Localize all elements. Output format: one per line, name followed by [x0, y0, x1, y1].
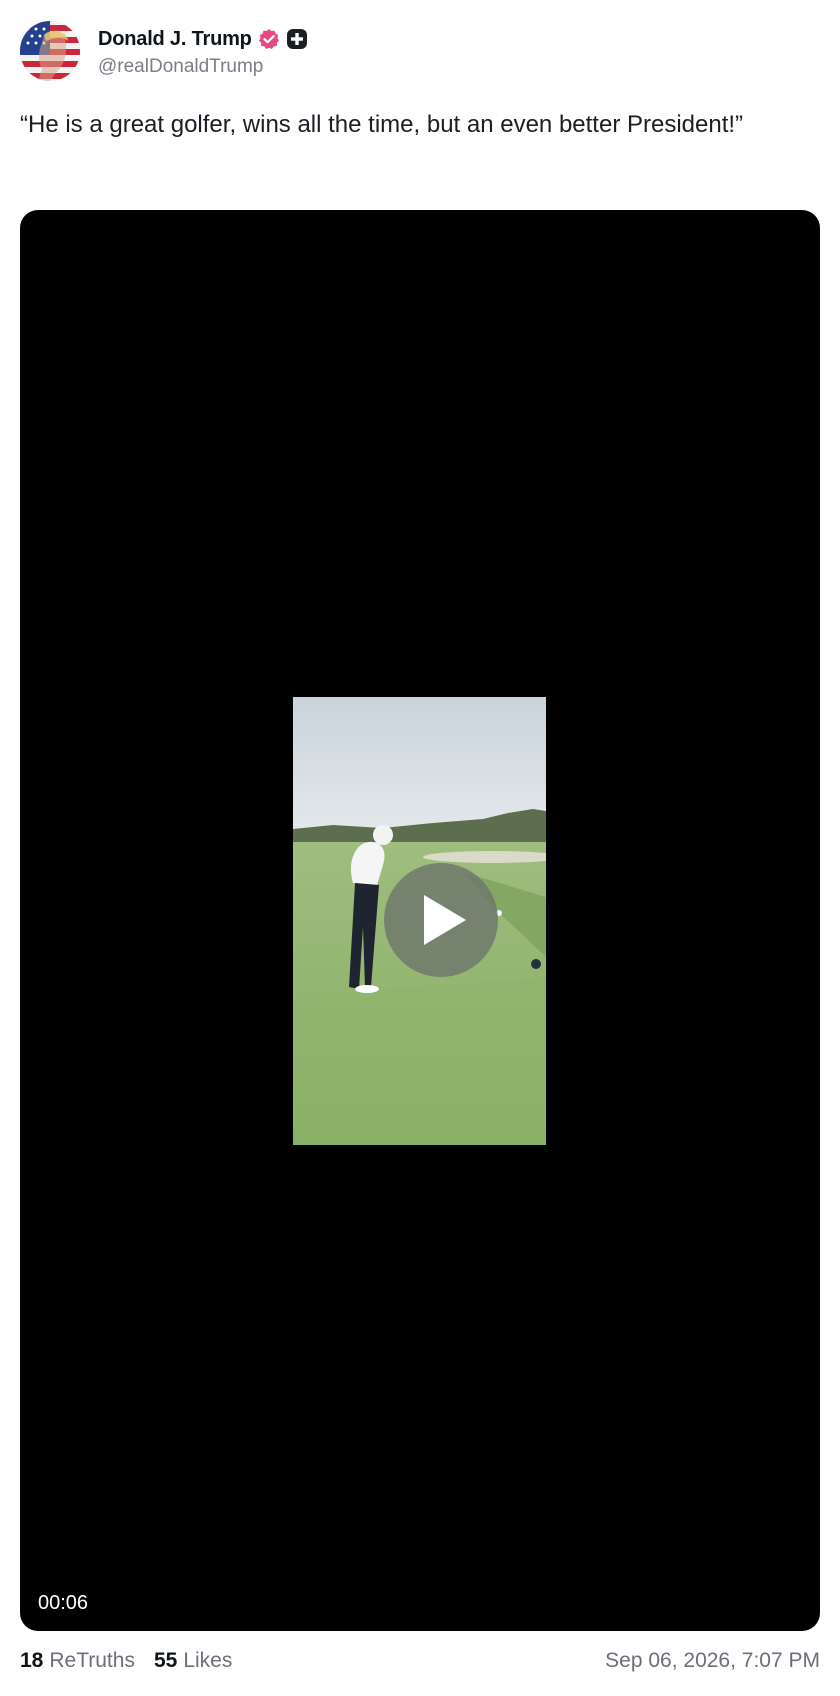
- author-handle[interactable]: @realDonaldTrump: [98, 56, 308, 78]
- retruths-label: ReTruths: [49, 1649, 135, 1672]
- author-avatar[interactable]: [20, 21, 80, 81]
- retruths-count: 18: [20, 1649, 44, 1672]
- author-display-name[interactable]: Donald J. Trump: [98, 28, 252, 51]
- likes-stat[interactable]: 55 Likes: [154, 1649, 232, 1673]
- verified-badge-icon: [258, 28, 280, 50]
- post-timestamp[interactable]: Sep 06, 2026, 7:07 PM: [605, 1649, 820, 1673]
- post-text: “He is a great golfer, wins all the time…: [20, 111, 744, 138]
- play-button[interactable]: [384, 863, 498, 977]
- video-duration: 00:06: [38, 1590, 89, 1617]
- retruths-stat[interactable]: 18 ReTruths: [20, 1649, 135, 1673]
- play-icon: [424, 895, 466, 945]
- author-name-row: Donald J. Trump: [98, 24, 308, 54]
- likes-count: 55: [153, 1649, 178, 1672]
- post-header: Donald J. Trump @realDonaldTrump: [20, 20, 308, 82]
- author-identity: Donald J. Trump @realDonaldTrump: [98, 24, 308, 78]
- flag-portrait-avatar-icon: [20, 21, 80, 81]
- likes-label: Likes: [183, 1649, 233, 1672]
- truth-post: Donald J. Trump @realDonaldTrump “He is …: [0, 0, 840, 1696]
- post-footer: 18 ReTruths 55 Likes Sep 06, 2026, 7:07 …: [20, 1646, 820, 1676]
- plus-badge-icon: [286, 28, 308, 50]
- video-player[interactable]: 00:06: [20, 210, 820, 1631]
